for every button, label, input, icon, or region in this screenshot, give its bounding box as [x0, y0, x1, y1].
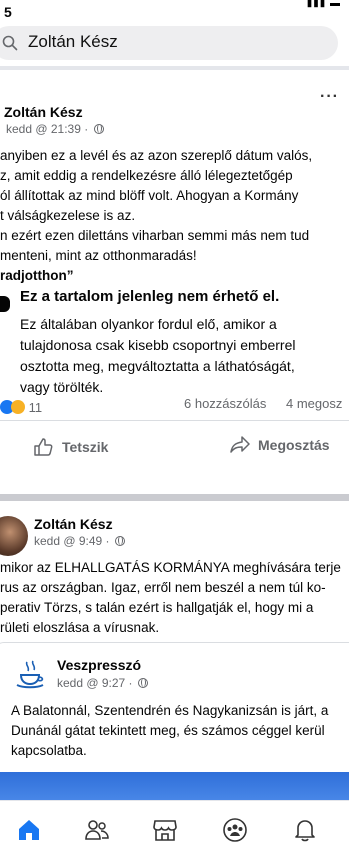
unavailable-description: Ez általában olyankor fordul elő, amikor… — [20, 314, 295, 398]
shared-post-timestamp: kedd @ 9:27 · — [57, 676, 148, 690]
shared-post-image[interactable] — [0, 772, 349, 802]
post-hashtag[interactable]: radjotthon” — [0, 266, 312, 286]
post-timestamp-text: kedd @ 21:39 · — [6, 122, 89, 136]
comment-count[interactable]: 6 hozzászólás — [184, 396, 266, 411]
post-text-line: perativ Törzs, s talán ezért is hallgatj… — [0, 600, 314, 615]
share-button[interactable]: Megosztás — [230, 436, 330, 454]
signal-icon: ▮▮▮ ▬ — [306, 0, 341, 9]
notifications-icon[interactable] — [292, 817, 318, 843]
search-bar[interactable]: Zoltán Kész — [0, 26, 338, 60]
like-label: Tetszik — [62, 439, 109, 455]
shared-text-line: Dunánál gátat tekintett meg, és számos c… — [11, 723, 325, 738]
reaction-count: 11 — [28, 400, 43, 415]
friends-icon[interactable] — [84, 817, 110, 843]
bottom-nav — [0, 800, 349, 862]
shared-text-line: kapcsolatba. — [11, 743, 87, 758]
status-time: 5 — [4, 4, 12, 20]
shared-post-text: A Balatonnál, Szentendrén és Nagykanizsá… — [11, 701, 328, 761]
post-text-line: n ezért ezen dilettáns viharban semmi má… — [0, 228, 310, 243]
share-icon — [230, 436, 250, 453]
like-button[interactable]: Tetszik — [34, 438, 108, 456]
post-text-line: t válságkezelese is az. — [0, 208, 136, 223]
divider — [0, 66, 349, 70]
post-text-line: anyiben ez a levél és az azon szereplő d… — [0, 148, 313, 163]
post: Zoltán Kész kedd @ 9:49 · mikor az ELHAL… — [0, 502, 349, 777]
post-text: anyiben ez a levél és az azon szereplő d… — [0, 146, 312, 286]
post-timestamp: kedd @ 21:39 · — [6, 122, 104, 136]
more-options-icon[interactable]: ··· — [320, 88, 339, 106]
shared-timestamp-text: kedd @ 9:27 · — [57, 676, 133, 690]
post-author[interactable]: Zoltán Kész — [34, 516, 113, 532]
post-author[interactable]: Zoltán Kész — [4, 104, 83, 120]
search-icon — [2, 35, 18, 51]
divider — [0, 420, 349, 421]
search-input[interactable]: Zoltán Kész — [28, 32, 118, 52]
globe-icon — [114, 536, 125, 546]
unavailable-line: Ez általában olyankor fordul elő, amikor… — [20, 316, 277, 332]
reaction-summary[interactable]: 11 — [0, 400, 42, 415]
groups-icon[interactable] — [222, 817, 248, 843]
shared-post-card[interactable]: Veszpresszó kedd @ 9:27 · A Balatonnál, … — [0, 642, 349, 777]
marketplace-icon[interactable] — [152, 817, 178, 843]
globe-icon — [93, 124, 104, 134]
divider — [0, 494, 349, 501]
unavailable-line: osztotta meg, megváltoztatta a láthatósá… — [20, 358, 295, 374]
post-timestamp-text: kedd @ 9:49 · — [34, 534, 110, 548]
post-timestamp: kedd @ 9:49 · — [34, 534, 125, 548]
post-text-line: ól állítottak az mind blöff volt. Ahogya… — [0, 188, 299, 203]
unavailable-line: vagy törölték. — [20, 379, 104, 395]
thumbs-up-icon — [34, 438, 53, 456]
veszpresszo-logo-icon — [16, 660, 44, 689]
unavailable-title: Ez a tartalom jelenleg nem érhető el. — [20, 288, 280, 305]
post-text: mikor az ELHALLGATÁS KORMÁNYA meghívásár… — [0, 558, 341, 638]
shared-text-line: A Balatonnál, Szentendrén és Nagykanizsá… — [11, 703, 329, 718]
share-count[interactable]: 4 megosz — [286, 396, 342, 411]
status-bar: 5 ▮▮▮ ▬ — [0, 0, 349, 22]
avatar[interactable] — [0, 516, 28, 556]
wow-reaction-icon — [11, 400, 25, 414]
post-text-line: mikor az ELHALLGATÁS KORMÁNYA meghívásár… — [0, 560, 341, 575]
home-icon[interactable] — [16, 817, 42, 843]
post-text-line: rus az országban. Igaz, erről nem beszél… — [0, 580, 326, 595]
post: Zoltán Kész kedd @ 21:39 · anyiben ez a … — [0, 72, 349, 492]
unavailable-line: tulajdonosa csak kisebb csoportnyi ember… — [20, 337, 296, 353]
post-text-line: menteni, mint az otthonmaradás! — [0, 248, 197, 263]
post-text-line: z, amit eddig a rendelkezésre álló léleg… — [0, 168, 293, 183]
lock-icon — [0, 296, 10, 312]
shared-post-author[interactable]: Veszpresszó — [57, 657, 141, 673]
share-label: Megosztás — [258, 437, 330, 453]
post-text-line: rületi eloszlása a vírusnak. — [0, 620, 160, 635]
globe-icon — [137, 678, 148, 688]
